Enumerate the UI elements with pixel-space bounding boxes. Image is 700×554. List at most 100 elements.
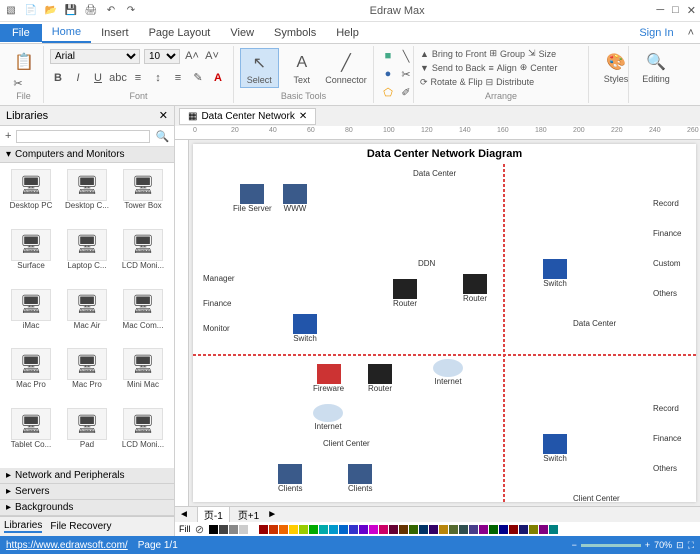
send-back-icon[interactable]: ▼	[420, 63, 429, 73]
cloud-icon[interactable]	[433, 359, 463, 377]
shape-item[interactable]: 🖥Mini Mac	[116, 346, 170, 404]
prev-page-icon[interactable]: ◄	[179, 509, 189, 520]
color-swatch[interactable]	[209, 525, 218, 534]
color-swatch[interactable]	[449, 525, 458, 534]
shape-item[interactable]: 🖥Mac Pro	[60, 346, 114, 404]
color-swatch[interactable]	[329, 525, 338, 534]
color-swatch[interactable]	[319, 525, 328, 534]
close-icon[interactable]: ✕	[687, 4, 696, 17]
bottom-tab-libraries[interactable]: Libraries	[4, 520, 42, 533]
font-name-select[interactable]: Arial	[50, 49, 140, 64]
firewall-icon[interactable]	[317, 364, 341, 384]
circle-shape-icon[interactable]: ●	[380, 66, 396, 82]
print-icon[interactable]: 🖨	[84, 4, 98, 18]
paste-icon[interactable]: 📋	[10, 48, 38, 75]
diagram-canvas[interactable]: Data Center Network Diagram Data Center …	[193, 144, 696, 502]
color-swatch[interactable]	[509, 525, 518, 534]
editing-button[interactable]: 🔍Editing	[635, 48, 677, 86]
align-arr-icon[interactable]: ≡	[488, 63, 493, 73]
color-swatch[interactable]	[369, 525, 378, 534]
color-swatch[interactable]	[549, 525, 558, 534]
color-swatch[interactable]	[239, 525, 248, 534]
decrease-font-icon[interactable]: A˅	[204, 48, 220, 64]
lib-section-servers[interactable]: ▸Servers	[0, 484, 174, 500]
color-swatch[interactable]	[249, 525, 258, 534]
color-swatch[interactable]	[259, 525, 268, 534]
text-tool[interactable]: AText	[283, 49, 321, 87]
redo-icon[interactable]: ↷	[124, 4, 138, 18]
server-icon[interactable]	[240, 184, 264, 204]
status-url[interactable]: https://www.edrawsoft.com/	[6, 540, 128, 551]
bring-front-icon[interactable]: ▲	[420, 49, 429, 59]
router-icon[interactable]	[393, 279, 417, 299]
tab-page-layout[interactable]: Page Layout	[139, 24, 221, 42]
color-swatch[interactable]	[279, 525, 288, 534]
tab-home[interactable]: Home	[42, 23, 91, 43]
switch-icon[interactable]	[543, 259, 567, 279]
color-swatch[interactable]	[269, 525, 278, 534]
select-tool[interactable]: ↖Select	[240, 48, 279, 88]
bold-icon[interactable]: B	[50, 70, 66, 86]
tab-help[interactable]: Help	[326, 24, 369, 42]
shape-item[interactable]: 🖥Desktop C...	[60, 167, 114, 225]
highlight-icon[interactable]: ✎	[190, 70, 206, 86]
size-icon[interactable]: ⇲	[528, 48, 536, 59]
color-swatch[interactable]	[219, 525, 228, 534]
color-swatch[interactable]	[429, 525, 438, 534]
color-swatch[interactable]	[349, 525, 358, 534]
color-swatch[interactable]	[409, 525, 418, 534]
shape-item[interactable]: 🖥Laptop C...	[60, 227, 114, 285]
switch-icon[interactable]	[543, 434, 567, 454]
add-page-tab[interactable]: 页+1	[238, 507, 259, 522]
group-icon[interactable]: ⊞	[489, 48, 497, 59]
sign-in-link[interactable]: Sign In	[639, 27, 681, 39]
color-swatch[interactable]	[339, 525, 348, 534]
distribute-icon[interactable]: ⊟	[486, 77, 494, 88]
shape-item[interactable]: 🖥Mac Air	[60, 287, 114, 345]
tab-symbols[interactable]: Symbols	[264, 24, 326, 42]
color-swatch[interactable]	[499, 525, 508, 534]
color-swatch[interactable]	[379, 525, 388, 534]
search-icon[interactable]: 🔍	[154, 128, 170, 144]
pentagon-icon[interactable]: ⬠	[380, 84, 396, 100]
underline-icon[interactable]: U	[90, 70, 106, 86]
router-icon[interactable]	[463, 274, 487, 294]
document-tab[interactable]: ▦ Data Center Network ✕	[179, 108, 316, 125]
shape-item[interactable]: 🖥Tower Box	[116, 167, 170, 225]
color-swatch[interactable]	[489, 525, 498, 534]
shape-item[interactable]: 🖥Tablet Co...	[4, 406, 58, 464]
color-swatch[interactable]	[439, 525, 448, 534]
lib-add-icon[interactable]: +	[4, 128, 12, 144]
color-swatch[interactable]	[229, 525, 238, 534]
zoom-slider[interactable]	[581, 544, 641, 547]
increase-font-icon[interactable]: A˄	[184, 48, 200, 64]
new-icon[interactable]: 📄	[24, 4, 38, 18]
font-color-icon[interactable]: A	[210, 70, 226, 86]
color-swatch[interactable]	[459, 525, 468, 534]
pen-icon[interactable]: ✐	[398, 84, 414, 100]
shape-item[interactable]: 🖥Surface	[4, 227, 58, 285]
cloud-icon[interactable]	[313, 404, 343, 422]
color-swatch[interactable]	[389, 525, 398, 534]
save-icon[interactable]: 💾	[64, 4, 78, 18]
no-fill-icon[interactable]: ⊘	[192, 521, 208, 537]
tab-view[interactable]: View	[220, 24, 264, 42]
lib-section-network[interactable]: ▸Network and Peripherals	[0, 468, 174, 484]
zoom-out-icon[interactable]: −	[572, 540, 577, 550]
undo-icon[interactable]: ↶	[104, 4, 118, 18]
copy-icon[interactable]: ✂	[10, 75, 26, 91]
color-swatch[interactable]	[519, 525, 528, 534]
strike-icon[interactable]: abc	[110, 70, 126, 86]
next-page-icon[interactable]: ►	[267, 509, 277, 520]
fullscreen-icon[interactable]: ⛶	[688, 540, 694, 551]
tab-insert[interactable]: Insert	[91, 24, 139, 42]
center-icon[interactable]: ⊕	[520, 62, 528, 73]
shape-item[interactable]: 🖥Mac Com...	[116, 287, 170, 345]
switch-icon[interactable]	[293, 314, 317, 334]
color-swatch[interactable]	[289, 525, 298, 534]
zoom-in-icon[interactable]: +	[645, 540, 650, 550]
line-shape-icon[interactable]: ╲	[398, 48, 414, 64]
shape-item[interactable]: 🖥Mac Pro	[4, 346, 58, 404]
crop-icon[interactable]: ✂	[398, 66, 414, 82]
shape-item[interactable]: 🖥iMac	[4, 287, 58, 345]
